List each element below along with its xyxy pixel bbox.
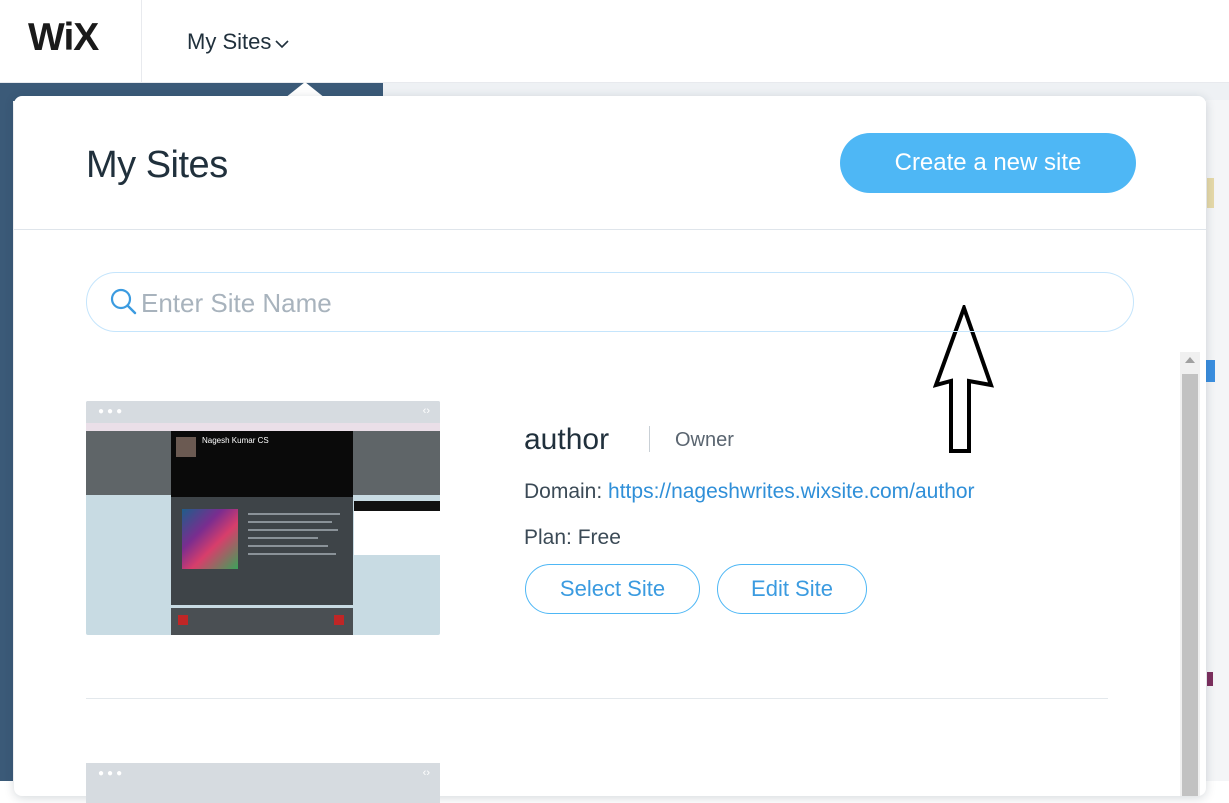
thumbnail-quote-mark bbox=[334, 615, 344, 625]
background-page bbox=[0, 83, 13, 781]
thumbnail-text-line bbox=[248, 521, 332, 523]
wix-logo[interactable]: WiX bbox=[28, 18, 118, 58]
site-name[interactable]: author bbox=[524, 423, 609, 457]
panel-title: My Sites bbox=[86, 144, 228, 186]
top-bar: WiX My Sites bbox=[0, 0, 1229, 83]
header-divider bbox=[14, 229, 1206, 230]
list-divider bbox=[86, 698, 1108, 699]
site-plan: Plan: Free bbox=[524, 526, 621, 550]
thumbnail-sidebar-header bbox=[354, 501, 440, 511]
thumbnail-browser-bar: ●●● ‹› bbox=[86, 401, 440, 423]
scroll-thumb[interactable] bbox=[1182, 374, 1198, 796]
thumbnail-text-line bbox=[248, 513, 340, 515]
thumbnail-quote-mark bbox=[178, 615, 188, 625]
background-fragment bbox=[1205, 360, 1215, 382]
thumbnail-text-line bbox=[248, 553, 336, 555]
search-input[interactable] bbox=[139, 283, 1103, 323]
thumbnail-code-icon: ‹› bbox=[422, 405, 430, 417]
topbar-divider bbox=[141, 0, 142, 82]
thumbnail-code-icon: ‹› bbox=[422, 767, 430, 779]
scroll-up-icon[interactable] bbox=[1185, 357, 1195, 363]
background-fragment bbox=[1207, 672, 1213, 686]
thumbnail-avatar bbox=[176, 437, 196, 457]
site-thumbnail[interactable]: ●●● ‹› Nagesh Kumar CS bbox=[86, 401, 440, 635]
edit-site-button[interactable]: Edit Site bbox=[717, 564, 867, 614]
site-thumbnail[interactable]: ●●● ‹› bbox=[86, 763, 440, 803]
thumbnail-text-line bbox=[248, 529, 338, 531]
background-fragment bbox=[1207, 178, 1214, 208]
domain-label: Domain: bbox=[524, 480, 603, 503]
thumbnail-band bbox=[86, 423, 440, 431]
my-sites-panel: My Sites Create a new site ●●● ‹› Nagesh… bbox=[14, 96, 1206, 803]
site-role: Owner bbox=[675, 429, 734, 451]
thumbnail-dots: ●●● bbox=[98, 768, 126, 779]
plan-label: Plan: bbox=[524, 526, 572, 549]
create-new-site-button[interactable]: Create a new site bbox=[840, 133, 1136, 193]
plan-value: Free bbox=[577, 526, 621, 549]
my-sites-menu-label: My Sites bbox=[187, 29, 272, 54]
my-sites-menu[interactable]: My Sites bbox=[187, 27, 289, 57]
site-domain: Domain: https://nageshwrites.wixsite.com… bbox=[524, 480, 975, 504]
thumbnail-footer bbox=[171, 608, 353, 635]
chevron-down-icon bbox=[275, 39, 289, 48]
thumbnail-text-line bbox=[248, 545, 328, 547]
thumbnail-book-cover bbox=[182, 509, 238, 569]
site-search[interactable] bbox=[86, 272, 1134, 332]
search-icon bbox=[110, 288, 137, 315]
panel-scrollbar[interactable] bbox=[1180, 352, 1200, 796]
thumbnail-dots: ●●● bbox=[98, 406, 126, 417]
select-site-button[interactable]: Select Site bbox=[525, 564, 700, 614]
thumbnail-text-line bbox=[248, 537, 318, 539]
role-divider bbox=[649, 426, 650, 452]
domain-link[interactable]: https://nageshwrites.wixsite.com/author bbox=[608, 480, 975, 503]
thumbnail-site-name: Nagesh Kumar CS bbox=[202, 436, 269, 445]
